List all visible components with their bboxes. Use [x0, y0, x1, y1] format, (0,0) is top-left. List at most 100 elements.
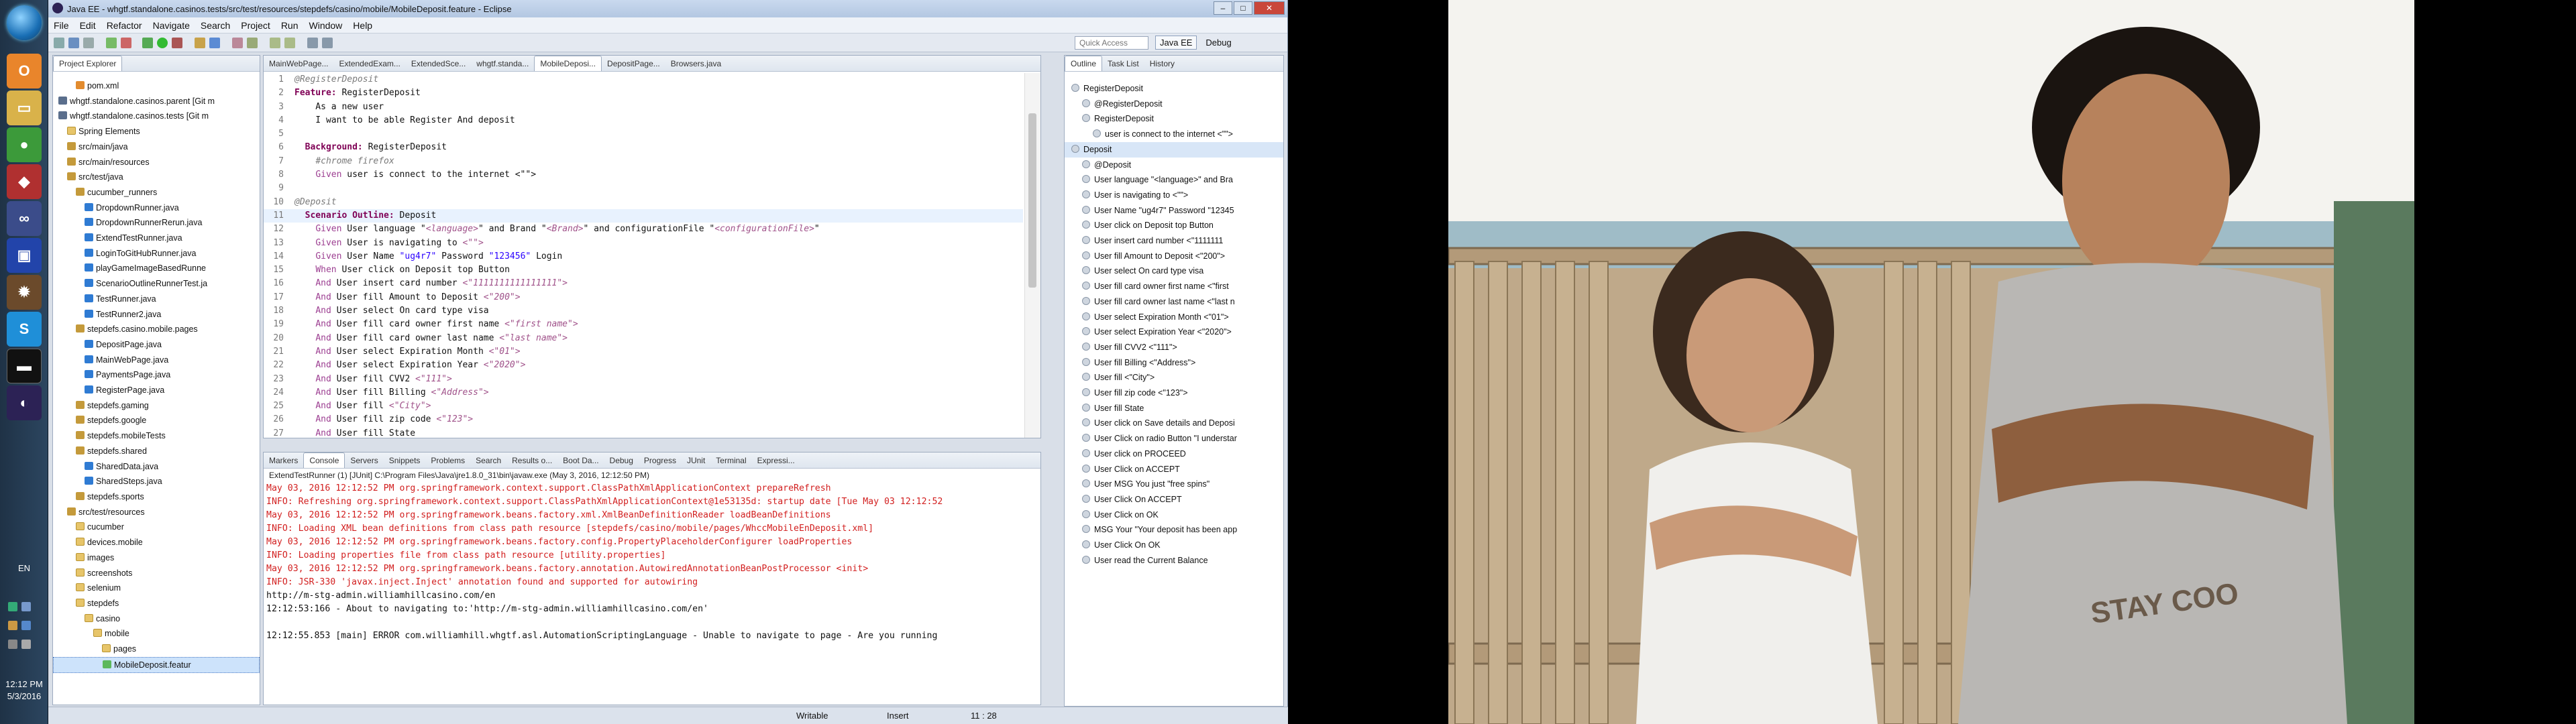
code-line[interactable]: 22 And User select Expiration Year <"202… — [264, 359, 1023, 372]
annotation-prev-icon[interactable] — [284, 38, 295, 48]
console-output[interactable]: May 03, 2016 12:12:52 PM org.springframe… — [264, 482, 1040, 643]
forward-icon[interactable] — [322, 38, 333, 48]
tree-item[interactable]: ExtendTestRunner.java — [53, 231, 260, 246]
menu-file[interactable]: File — [54, 20, 69, 31]
outline-item[interactable]: User MSG You just "free spins" — [1065, 477, 1283, 492]
tree-item[interactable]: TestRunner.java — [53, 292, 260, 307]
tree-item[interactable]: MobileDeposit.featur — [53, 656, 260, 674]
tree-item[interactable]: pages — [53, 642, 260, 657]
tree-item[interactable]: DepositPage.java — [53, 337, 260, 353]
code-line[interactable]: 19 And User fill card owner first name <… — [264, 318, 1023, 331]
console-view-tab[interactable]: Snippets — [384, 453, 426, 468]
code-line[interactable]: 7 #chrome firefox — [264, 155, 1023, 168]
search-icon[interactable] — [247, 38, 258, 48]
menu-search[interactable]: Search — [201, 20, 230, 31]
console-view-tab[interactable]: Console — [303, 452, 345, 468]
debug-icon[interactable] — [142, 38, 153, 48]
code-line[interactable]: 17 And User fill Amount to Deposit <"200… — [264, 291, 1023, 304]
editor-tab[interactable]: MobileDeposi... — [534, 56, 602, 71]
code-line[interactable]: 24 And User fill Billing <"Address"> — [264, 386, 1023, 400]
console-view-tab[interactable]: Markers — [264, 453, 303, 468]
tree-item[interactable]: ScenarioOutlineRunnerTest.ja — [53, 276, 260, 292]
code-line[interactable]: 2 Feature: RegisterDeposit — [264, 86, 1023, 100]
terminal-icon[interactable]: ▬ — [7, 349, 42, 383]
editor-tab[interactable]: ExtendedExam... — [334, 56, 406, 71]
menu-window[interactable]: Window — [309, 20, 343, 31]
outline-item[interactable]: User fill Amount to Deposit <"200"> — [1065, 249, 1283, 264]
remote-desktop-icon[interactable]: ▣ — [7, 238, 42, 273]
outline-item[interactable]: User select Expiration Month <"01"> — [1065, 310, 1283, 325]
back-icon[interactable] — [307, 38, 318, 48]
outline-item[interactable]: User fill card owner last name <"last n — [1065, 294, 1283, 310]
outline-item[interactable]: User fill <"City"> — [1065, 370, 1283, 385]
menu-edit[interactable]: Edit — [80, 20, 96, 31]
editor-tab[interactable]: Browsers.java — [665, 56, 727, 71]
editor-tab[interactable]: whgtf.standa... — [471, 56, 534, 71]
new-java-package-icon[interactable] — [195, 38, 205, 48]
outline-item[interactable]: RegisterDeposit — [1065, 81, 1283, 97]
perspective-java-ee[interactable]: Java EE — [1155, 36, 1197, 50]
tree-item[interactable]: cucumber_runners — [53, 185, 260, 200]
tray-flag-icon[interactable] — [8, 640, 17, 649]
close-button[interactable]: ✕ — [1254, 1, 1285, 15]
settings-app-icon[interactable]: ✹ — [7, 275, 42, 310]
outline-item[interactable]: User click on Deposit top Button — [1065, 218, 1283, 233]
console-view-tab[interactable]: Terminal — [710, 453, 751, 468]
editor-tab[interactable]: DepositPage... — [602, 56, 665, 71]
console-view-tab[interactable]: Progress — [639, 453, 682, 468]
app-link-icon[interactable]: ∞ — [7, 201, 42, 236]
outline-tab[interactable]: Task List — [1102, 56, 1144, 71]
code-line[interactable]: 6 Background: RegisterDeposit — [264, 141, 1023, 154]
outline-item[interactable]: User fill zip code <"123"> — [1065, 385, 1283, 401]
outline-tab[interactable]: History — [1144, 56, 1180, 71]
tree-item[interactable]: MainWebPage.java — [53, 353, 260, 368]
menu-navigate[interactable]: Navigate — [153, 20, 190, 31]
outline-item[interactable]: User Click on ACCEPT — [1065, 462, 1283, 477]
tree-item[interactable]: selenium — [53, 581, 260, 596]
outline-item[interactable]: User read the Current Balance — [1065, 553, 1283, 568]
console-view-tab[interactable]: Problems — [425, 453, 470, 468]
console-view-tab[interactable]: Boot Da... — [557, 453, 604, 468]
outline-item[interactable]: RegisterDeposit — [1065, 111, 1283, 127]
open-type-icon[interactable] — [232, 38, 243, 48]
tree-item[interactable]: TestRunner2.java — [53, 307, 260, 322]
tree-item[interactable]: SharedData.java — [53, 459, 260, 475]
menu-help[interactable]: Help — [353, 20, 372, 31]
menu-refactor[interactable]: Refactor — [107, 20, 142, 31]
tree-item[interactable]: whgtf.standalone.casinos.tests [Git m — [53, 109, 260, 124]
outline-item[interactable]: Deposit — [1065, 141, 1283, 158]
chrome-icon[interactable]: ● — [7, 127, 42, 162]
tree-item[interactable]: RegisterPage.java — [53, 383, 260, 398]
code-line[interactable]: 1 @RegisterDeposit — [264, 73, 1023, 86]
outline-item[interactable]: User select Expiration Year <"2020"> — [1065, 324, 1283, 340]
code-line[interactable]: 4 I want to be able Register And deposit — [264, 114, 1023, 127]
save-icon[interactable] — [68, 38, 79, 48]
outline-item[interactable]: User fill State — [1065, 401, 1283, 416]
new-icon[interactable] — [54, 38, 64, 48]
console-view-tab[interactable]: Expressi... — [752, 453, 800, 468]
tray-network-icon[interactable] — [8, 602, 17, 611]
tree-item[interactable]: casino — [53, 611, 260, 627]
server-icon[interactable] — [121, 38, 131, 48]
code-line[interactable]: 18 And User select On card type visa — [264, 304, 1023, 318]
outline-item[interactable]: @Deposit — [1065, 158, 1283, 173]
console-view-tab[interactable]: Results o... — [506, 453, 557, 468]
new-java-class-icon[interactable] — [209, 38, 220, 48]
outline-item[interactable]: User is navigating to <""> — [1065, 188, 1283, 203]
start-button[interactable] — [7, 5, 42, 40]
tree-item[interactable]: screenshots — [53, 566, 260, 581]
tray-power-icon[interactable] — [21, 621, 31, 630]
skype-icon[interactable]: S — [7, 312, 42, 347]
outline-item[interactable]: @RegisterDeposit — [1065, 97, 1283, 112]
tray-volume-icon[interactable] — [21, 602, 31, 611]
tree-item[interactable]: Spring Elements — [53, 124, 260, 139]
maximize-button[interactable]: □ — [1234, 1, 1252, 15]
app-red-icon[interactable]: ◆ — [7, 164, 42, 199]
tray-app-icon[interactable] — [8, 621, 17, 630]
outline-item[interactable]: User fill Billing <"Address"> — [1065, 355, 1283, 371]
print-icon[interactable] — [83, 38, 94, 48]
code-line[interactable]: 25 And User fill <"City"> — [264, 400, 1023, 413]
outline-item[interactable]: User click on Save details and Deposi — [1065, 416, 1283, 431]
tree-item[interactable]: DropdownRunnerRerun.java — [53, 215, 260, 231]
tree-item[interactable]: src/test/resources — [53, 505, 260, 520]
